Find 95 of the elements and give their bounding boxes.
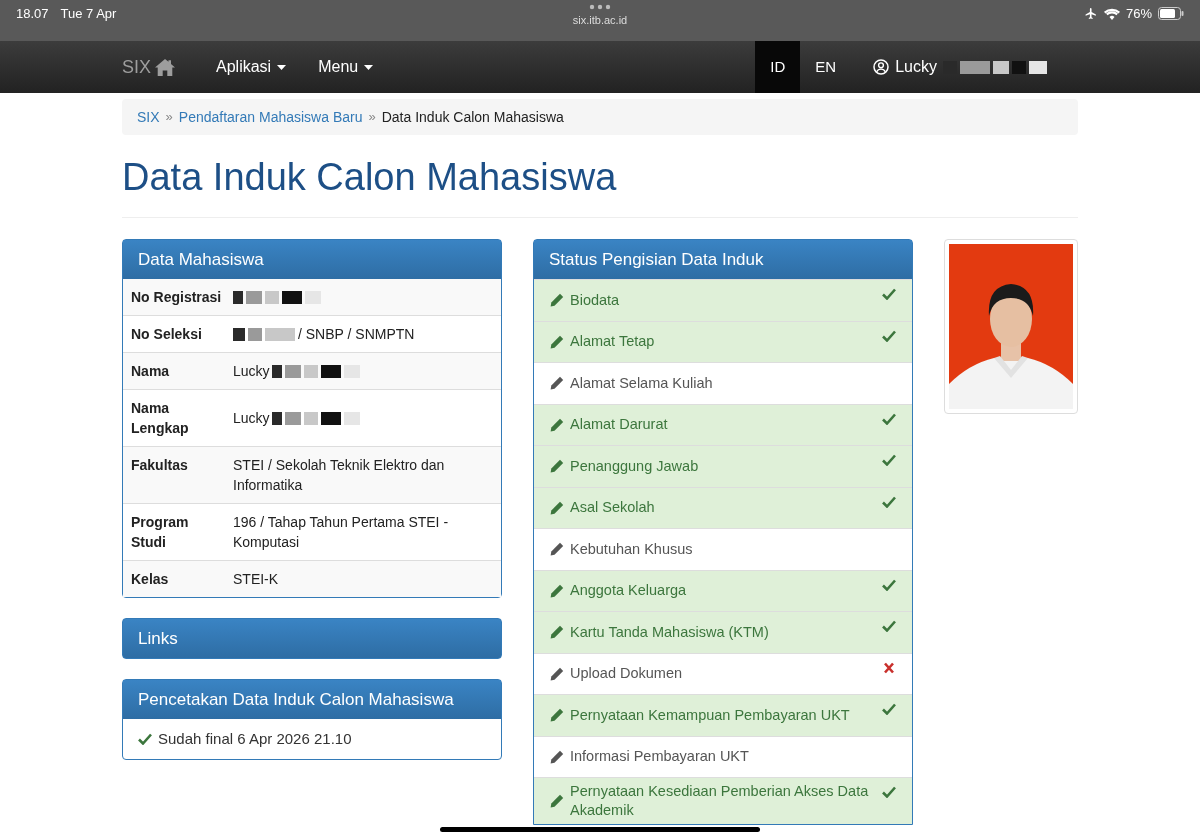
caret-icon <box>364 64 374 70</box>
redaction-mark <box>265 327 295 341</box>
panel-heading: Pencetakan Data Induk Calon Mahasiswa <box>123 680 501 719</box>
pencil-icon <box>550 500 564 515</box>
pencil-icon <box>550 376 564 391</box>
field-label: Program Studi <box>131 513 190 552</box>
final-status-text: Sudah final 6 Apr 2026 21.10 <box>158 728 352 749</box>
check-icon <box>882 454 896 466</box>
field-value: STEI-K <box>233 570 279 589</box>
breadcrumb-link[interactable]: SIX <box>137 106 160 128</box>
battery-percent: 76% <box>1125 5 1152 23</box>
check-icon <box>882 620 896 632</box>
redaction-mark <box>233 290 243 304</box>
check-icon <box>882 786 896 798</box>
pencil-icon <box>550 417 564 432</box>
status-item[interactable]: Anggota Keluarga <box>534 569 912 611</box>
wifi-icon <box>1103 7 1120 20</box>
field-label: Fakultas <box>131 456 189 475</box>
pencil-icon <box>550 293 564 308</box>
check-icon <box>882 329 896 342</box>
clock-text: 18.07 <box>16 5 49 23</box>
redaction-mark <box>284 411 301 425</box>
airplane-icon <box>1083 7 1098 21</box>
user-icon <box>873 59 890 75</box>
redaction-mark <box>1012 60 1026 74</box>
check-icon <box>882 703 896 715</box>
check-icon <box>882 578 896 591</box>
redaction-mark <box>265 290 279 304</box>
pencil-icon <box>550 666 564 681</box>
redaction-mark <box>320 364 341 378</box>
panel-heading[interactable]: Links <box>122 618 502 659</box>
field-value: STEI / Sekolah Teknik Elektro dan Informatika <box>233 456 446 495</box>
redaction-mark <box>271 411 282 425</box>
language-tab[interactable]: EN <box>800 41 852 93</box>
field-label: No Registrasi <box>131 288 223 307</box>
redaction-mark <box>282 290 302 304</box>
home-icon <box>155 58 175 76</box>
breadcrumb-separator: » <box>164 108 174 127</box>
redaction-mark <box>271 364 282 378</box>
status-item[interactable]: Alamat Tetap <box>534 320 912 362</box>
pencil-icon <box>550 334 564 349</box>
menu-dropdown[interactable]: Aplikasi <box>200 41 303 93</box>
field-label: No Seleksi <box>131 325 203 344</box>
brand-link[interactable]: SIX <box>122 41 200 93</box>
breadcrumb-separator: » <box>367 108 377 127</box>
redaction-mark <box>343 411 360 425</box>
status-item[interactable]: Pernyataan Kesediaan Pemberian Akses Data Akademik <box>534 777 912 824</box>
user-name[interactable]: Lucky <box>895 55 937 79</box>
pencil-icon <box>550 794 564 808</box>
pencil-icon <box>550 708 564 723</box>
caret-icon <box>277 64 287 70</box>
breadcrumb-current: Data Induk Calon Mahasiswa <box>381 107 564 127</box>
field-value: Lucky <box>233 362 270 381</box>
field-value: Lucky <box>233 409 270 428</box>
page-title: Data Induk Calon Mahasiswa <box>122 155 618 199</box>
status-item[interactable]: Pernyataan Kemampuan Pembayaran UKT <box>534 694 912 736</box>
redaction-mark <box>960 60 990 74</box>
field-label: Nama Lengkap <box>131 399 190 438</box>
redaction-mark <box>246 290 262 304</box>
redaction-mark <box>233 327 245 341</box>
url-text[interactable]: six.itb.ac.id <box>572 12 628 29</box>
check-icon <box>138 733 152 745</box>
redaction-mark <box>248 327 262 341</box>
pencil-icon <box>550 583 564 598</box>
redaction-mark <box>303 411 318 425</box>
check-icon <box>882 288 896 300</box>
redaction-mark <box>303 364 318 378</box>
menu-dropdown[interactable]: Menu <box>302 41 390 93</box>
language-tab[interactable]: ID <box>755 41 801 93</box>
check-icon <box>882 495 896 508</box>
pencil-icon <box>550 749 564 764</box>
field-label: Kelas <box>131 570 170 589</box>
breadcrumb-link[interactable]: Pendaftaran Mahasiswa Baru <box>178 106 363 128</box>
field-value: 196 / Tahap Tahun Pertama STEI - Komputasi <box>233 513 450 552</box>
check-icon <box>882 412 896 425</box>
cross-icon <box>882 661 896 674</box>
status-item[interactable]: Biodata <box>534 279 912 321</box>
status-item[interactable]: Asal Sekolah <box>534 486 912 528</box>
panel-heading: Status Pengisian Data Induk <box>534 240 912 279</box>
status-item[interactable]: Alamat Darurat <box>534 403 912 445</box>
pencil-icon <box>550 625 564 640</box>
panel-heading: Data Mahasiswa <box>123 240 501 279</box>
field-label: Nama <box>131 362 171 381</box>
redaction-mark <box>993 60 1009 74</box>
pencil-icon <box>550 459 564 474</box>
date-text: Tue 7 Apr <box>60 5 117 23</box>
status-item[interactable]: Penanggung Jawab <box>534 445 912 487</box>
more-icon[interactable] <box>589 4 611 10</box>
redaction-mark <box>320 411 341 425</box>
redaction-mark <box>1029 60 1047 74</box>
field-value: / SNBP / SNMPTN <box>298 325 415 344</box>
status-item[interactable]: Kartu Tanda Mahasiswa (KTM) <box>534 611 912 653</box>
battery-icon <box>1158 7 1184 21</box>
pencil-icon <box>550 542 564 557</box>
redaction-mark <box>284 364 301 378</box>
